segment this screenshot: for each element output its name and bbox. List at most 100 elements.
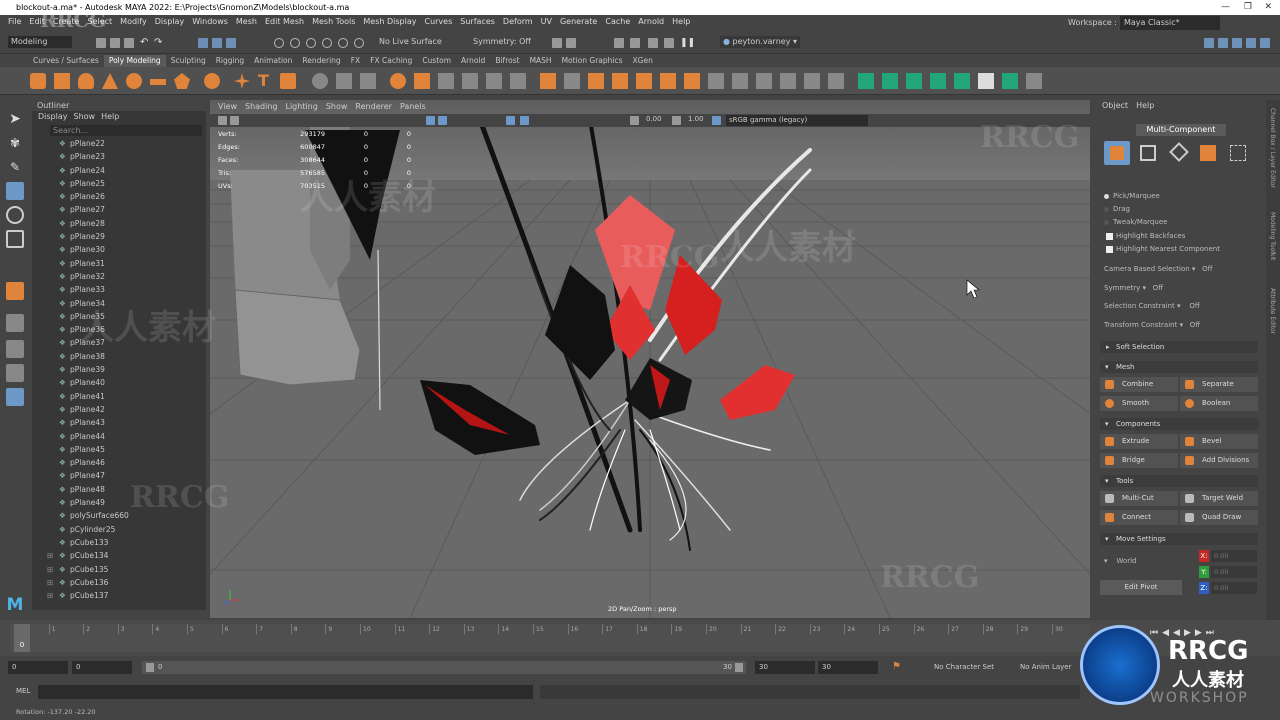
poly-plane-icon[interactable] [150, 79, 166, 85]
shelf-tab-custom[interactable]: Custom [417, 55, 456, 67]
shelf-tab-bifrost[interactable]: Bifrost [490, 55, 524, 67]
extract-icon[interactable] [540, 73, 556, 89]
animation-start-field[interactable]: 0 [8, 661, 68, 674]
target-weld-button[interactable]: Target Weld [1180, 491, 1258, 506]
tool-settings-toggle-icon[interactable] [1232, 38, 1242, 48]
poke-icon[interactable] [684, 73, 700, 89]
soft-selection-section[interactable]: ▸ Soft Selection [1100, 341, 1258, 353]
menu-mesh-tools[interactable]: Mesh Tools [312, 15, 355, 29]
multi-cut-icon[interactable] [780, 73, 796, 89]
shelf-tab-rendering[interactable]: Rendering [297, 55, 345, 67]
outliner-item[interactable]: ❖ pPlane31 [32, 257, 206, 270]
connect-button[interactable]: Connect [1100, 510, 1178, 525]
attribute-editor-tab[interactable]: Attribute Editor [1269, 288, 1276, 334]
expand-icon[interactable]: ⊞ [47, 589, 53, 602]
wedge-icon[interactable] [708, 73, 724, 89]
shelf-tab-fx[interactable]: FX [346, 55, 365, 67]
close-icon[interactable]: ✕ [1264, 0, 1272, 15]
outliner-item[interactable]: ❖ pPlane48 [32, 483, 206, 496]
scale-tool-icon[interactable] [6, 230, 24, 248]
x-field[interactable]: 0.00 [1211, 550, 1257, 562]
range-slider[interactable]: 0 30 [142, 661, 746, 674]
poly-torus-icon[interactable] [126, 73, 142, 89]
tools-section[interactable]: ▾ Tools [1100, 475, 1258, 487]
y-field[interactable]: 0.00 [1211, 566, 1257, 578]
select-hierarchy-icon[interactable] [198, 38, 208, 48]
last-tool-icon[interactable] [6, 282, 24, 300]
history-icon[interactable] [552, 38, 562, 48]
outliner-item[interactable]: ❖ polySurface660 [32, 509, 206, 522]
uv-mode-icon[interactable] [1230, 145, 1246, 161]
ipr-render-icon[interactable] [630, 38, 640, 48]
menu-edit-mesh[interactable]: Edit Mesh [265, 15, 304, 29]
undo-icon[interactable]: ↶ [140, 38, 150, 48]
auto-uv-icon[interactable] [930, 73, 946, 89]
shelf-tab-xgen[interactable]: XGen [628, 55, 658, 67]
z-field[interactable]: 0.00 [1211, 582, 1257, 594]
paint-select-tool-icon[interactable]: ✎ [6, 158, 24, 176]
menu-uv[interactable]: UV [541, 15, 552, 29]
outliner-item[interactable]: ⊞ ❖ pCube134 [32, 549, 206, 562]
menu-curves[interactable]: Curves [424, 15, 452, 29]
shelf-tab-fx-caching[interactable]: FX Caching [365, 55, 417, 67]
menu-modify[interactable]: Modify [120, 15, 147, 29]
outliner-item[interactable]: ❖ pPlane23 [32, 150, 206, 163]
menu-cache[interactable]: Cache [605, 15, 630, 29]
outliner-item[interactable]: ❖ pPlane32 [32, 270, 206, 283]
modeling-toolkit-toggle-icon[interactable] [1260, 38, 1270, 48]
mel-label[interactable]: MEL [16, 687, 30, 695]
poly-disc-icon[interactable] [174, 73, 190, 89]
input-ops-icon[interactable] [566, 38, 576, 48]
outliner-item[interactable]: ❖ pPlane29 [32, 230, 206, 243]
go-start-icon[interactable]: ⏮ [1150, 628, 1162, 638]
move-settings-section[interactable]: ▾ Move Settings [1100, 533, 1258, 545]
snap-live-icon[interactable] [354, 38, 364, 48]
multi-component-button[interactable]: Multi-Component [1136, 124, 1226, 136]
camera-based-selection[interactable]: Camera Based Selection ▾ Off [1104, 265, 1212, 273]
pick-marquee-option[interactable]: Pick/Marquee [1104, 192, 1160, 200]
smooth-shade-icon[interactable] [438, 116, 447, 125]
shelf-tab-mash[interactable]: MASH [525, 55, 557, 67]
combine-icon[interactable] [336, 73, 352, 89]
persp-outliner-layout-icon[interactable] [6, 364, 24, 382]
outliner-item[interactable]: ❖ pPlane46 [32, 456, 206, 469]
outliner-item[interactable]: ❖ pPlane33 [32, 283, 206, 296]
symmetry-dropdown[interactable]: Symmetry: Off [470, 36, 532, 48]
outliner-item[interactable]: ❖ pPlane35 [32, 310, 206, 323]
transform-constraint-setting[interactable]: Transform Constraint ▾ Off [1104, 321, 1200, 329]
cylindrical-uv-icon[interactable] [882, 73, 898, 89]
extrude-button[interactable]: Extrude [1100, 434, 1178, 449]
move-tool-icon[interactable] [6, 182, 24, 200]
minimize-icon[interactable]: — [1221, 0, 1230, 15]
outliner-item[interactable]: ❖ pPlane36 [32, 323, 206, 336]
shelf-tab-poly-modeling[interactable]: Poly Modeling [103, 55, 166, 67]
expand-icon[interactable]: ⊞ [47, 563, 53, 576]
menu-edit[interactable]: Edit [29, 15, 45, 29]
extrude-icon[interactable] [588, 73, 604, 89]
isolate-select-icon[interactable] [506, 116, 515, 125]
exposure-value[interactable]: 0.00 [646, 115, 662, 123]
four-view-layout-icon[interactable] [6, 340, 24, 358]
select-tool-icon[interactable]: ➤ [6, 110, 24, 128]
bridge-icon[interactable] [612, 73, 628, 89]
shelf-tab-rigging[interactable]: Rigging [211, 55, 249, 67]
anim-layer-dropdown[interactable]: No Anim Layer [1020, 663, 1071, 671]
menu-file[interactable]: File [8, 15, 21, 29]
boolean-intersection-icon[interactable] [510, 73, 526, 89]
live-surface-field[interactable]: No Live Surface [376, 36, 444, 48]
command-input[interactable] [38, 685, 533, 699]
viewport-menu-show[interactable]: Show [326, 102, 348, 111]
redo-icon[interactable]: ↷ [154, 38, 164, 48]
xray-icon[interactable] [520, 116, 529, 125]
hypershade-icon[interactable] [664, 38, 674, 48]
outliner-item[interactable]: ❖ pPlane40 [32, 376, 206, 389]
boolean-union-icon[interactable] [462, 73, 478, 89]
menu-display[interactable]: Display [155, 15, 185, 29]
snap-grid-icon[interactable] [274, 38, 284, 48]
colorspace-dropdown[interactable]: sRGB gamma (legacy) [726, 115, 868, 126]
boolean-button[interactable]: Boolean [1180, 396, 1258, 411]
face-mode-icon[interactable] [1200, 145, 1216, 161]
reduce-icon[interactable] [414, 73, 430, 89]
rotate-tool-icon[interactable] [6, 206, 24, 224]
viewport-menu-shading[interactable]: Shading [245, 102, 278, 111]
